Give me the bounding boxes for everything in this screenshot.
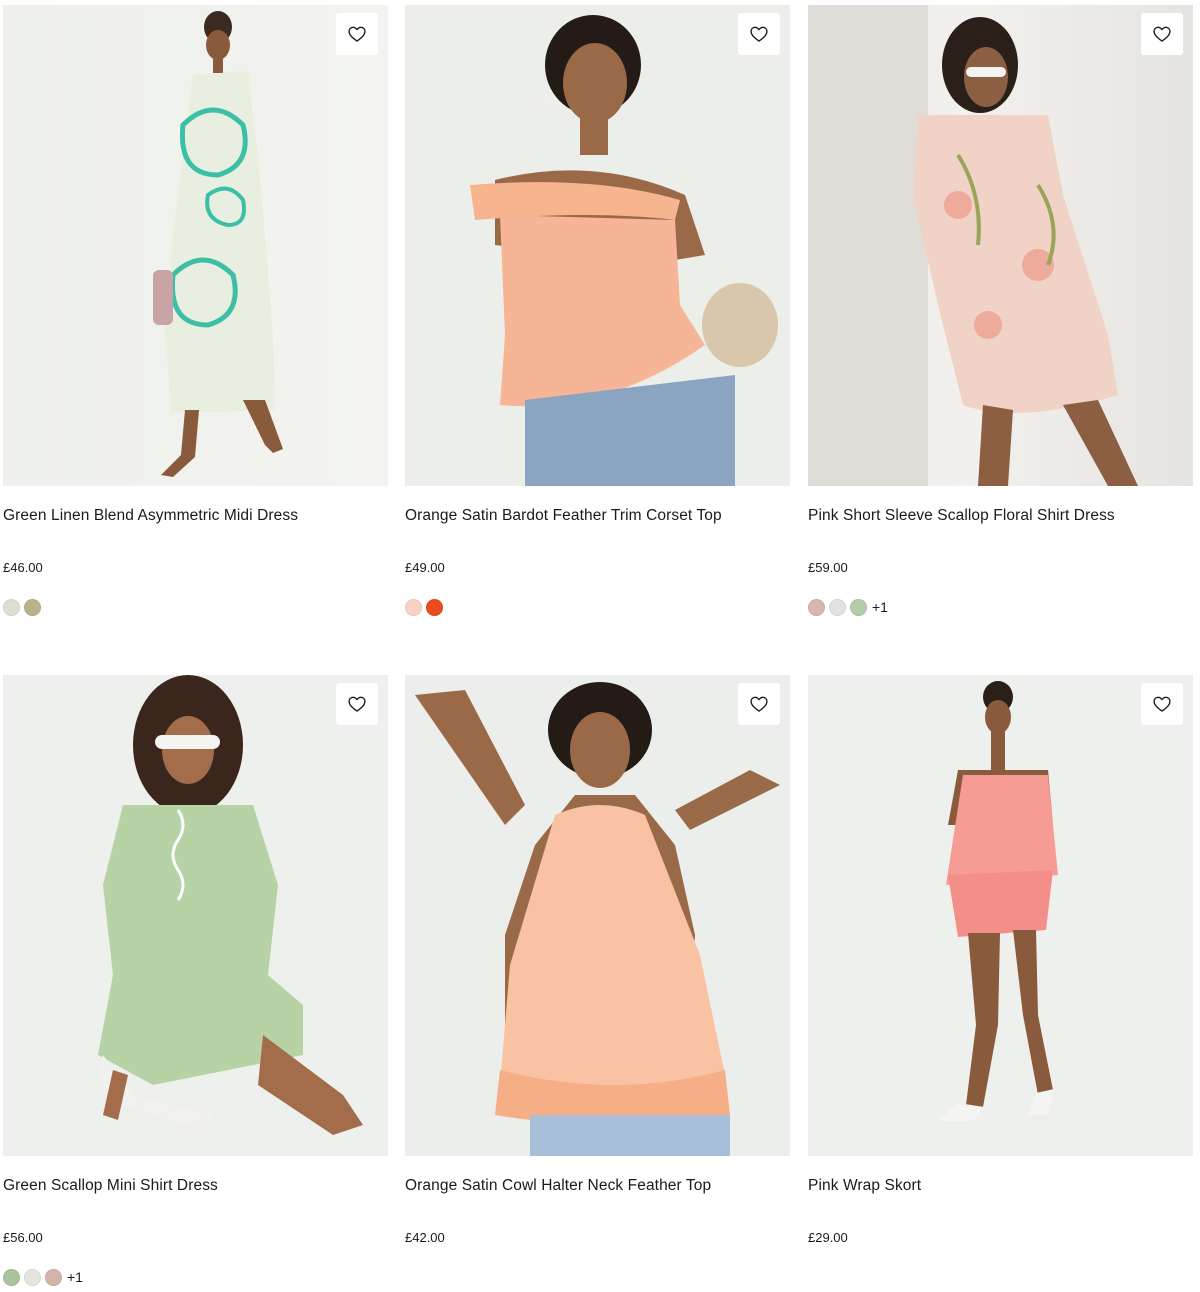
product-card[interactable]: Pink Short Sleeve Scallop Floral Shirt D… [808,5,1193,616]
wishlist-button[interactable] [336,683,378,725]
product-name[interactable]: Orange Satin Bardot Feather Trim Corset … [405,507,790,525]
wishlist-button[interactable] [1141,683,1183,725]
product-price: £29.00 [808,1230,848,1245]
heart-outline-icon [348,696,366,712]
model-photo [808,5,1138,486]
color-swatch[interactable] [24,598,41,616]
product-image[interactable] [405,5,790,486]
heart-outline-icon [348,26,366,42]
product-price: £56.00 [3,1230,43,1245]
product-image[interactable] [808,675,1193,1156]
product-grid: Green Linen Blend Asymmetric Midi Dress … [0,0,1200,1292]
heart-outline-icon [750,26,768,42]
product-price: £46.00 [3,560,43,575]
product-price: £42.00 [405,1230,445,1245]
color-swatch[interactable] [850,598,867,616]
product-card[interactable]: Pink Wrap Skort £29.00 [808,675,1193,1246]
more-colors-count[interactable]: +1 [872,599,888,616]
wishlist-button[interactable] [738,683,780,725]
product-price: £59.00 [808,560,848,575]
heart-outline-icon [750,696,768,712]
wishlist-button[interactable] [738,13,780,55]
model-photo [153,11,283,477]
more-colors-count[interactable]: +1 [67,1269,83,1286]
model-photo [98,675,363,1135]
color-swatch[interactable] [3,1268,20,1286]
color-swatch[interactable] [3,598,20,616]
wishlist-button[interactable] [336,13,378,55]
heart-outline-icon [1153,26,1171,42]
heart-outline-icon [1153,696,1171,712]
color-swatches: +1 [3,1268,388,1286]
product-name[interactable]: Pink Wrap Skort [808,1177,1193,1195]
color-swatch[interactable] [808,598,825,616]
color-swatch[interactable] [829,598,846,616]
wishlist-button[interactable] [1141,13,1183,55]
product-image[interactable] [808,5,1193,486]
model-photo [415,682,780,1156]
product-price: £49.00 [405,560,445,575]
product-name[interactable]: Green Scallop Mini Shirt Dress [3,1177,388,1195]
color-swatch[interactable] [405,598,422,616]
product-card[interactable]: Green Scallop Mini Shirt Dress £56.00 +1 [3,675,388,1286]
product-image[interactable] [3,5,388,486]
color-swatch[interactable] [45,1268,62,1286]
color-swatches: +1 [808,598,1193,616]
product-name[interactable]: Pink Short Sleeve Scallop Floral Shirt D… [808,507,1193,525]
color-swatch[interactable] [426,598,443,616]
product-image[interactable] [3,675,388,1156]
model-photo [938,681,1058,1121]
product-name[interactable]: Orange Satin Cowl Halter Neck Feather To… [405,1177,790,1195]
product-image[interactable] [405,675,790,1156]
color-swatch[interactable] [24,1268,41,1286]
color-swatches [405,598,790,616]
model-photo [470,15,778,486]
product-name[interactable]: Green Linen Blend Asymmetric Midi Dress [3,507,388,525]
color-swatches [3,598,388,616]
product-card[interactable]: Orange Satin Bardot Feather Trim Corset … [405,5,790,616]
product-card[interactable]: Green Linen Blend Asymmetric Midi Dress … [3,5,388,616]
product-card[interactable]: Orange Satin Cowl Halter Neck Feather To… [405,675,790,1246]
